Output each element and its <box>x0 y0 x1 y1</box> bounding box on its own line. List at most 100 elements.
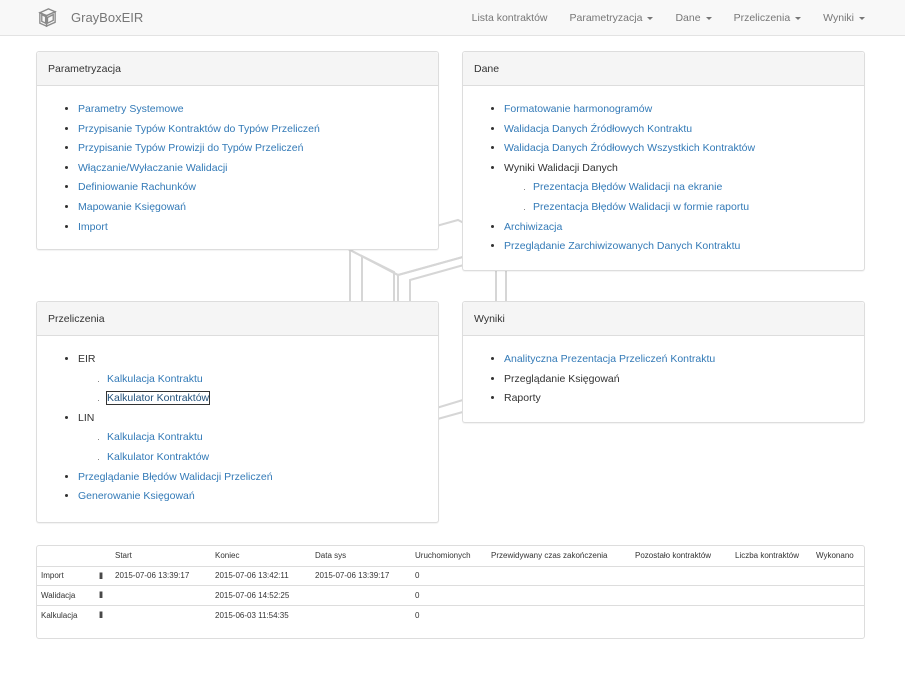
nav-label: Wyniki <box>823 12 854 24</box>
list-item: Generowanie Księgowań <box>78 487 427 507</box>
link-eir-kalkulator-kontraktow[interactable]: Kalkulator Kontraktów <box>105 391 211 406</box>
header-cell: Przewidywany czas zakończenia <box>491 551 608 561</box>
brand[interactable]: GrayBoxEIR <box>37 7 143 28</box>
data-sys-cell <box>311 585 411 605</box>
nav-parametryzacja-dropdown[interactable]: Parametryzacja <box>570 12 654 24</box>
nav-przeliczenia-dropdown[interactable]: Przeliczenia <box>734 12 802 24</box>
list-item: Formatowanie harmonogramów <box>504 100 853 120</box>
pozostalo-cell <box>631 565 731 586</box>
list-item: Kalkulator Kontraktów <box>105 389 427 409</box>
link-bledy-raport[interactable]: Prezentacja Błędów Walidacji w formie ra… <box>533 201 749 213</box>
nav-label: Dane <box>675 12 701 24</box>
przewidywany-cell <box>487 585 631 605</box>
data-sys-cell <box>311 604 411 625</box>
link-walidacja-kontraktu[interactable]: Walidacja Danych Źródłowych Kontraktu <box>504 123 692 135</box>
link-eir-kalkulacja-kontraktu[interactable]: Kalkulacja Kontraktu <box>107 373 203 385</box>
przegladanie-ksiegowan-label: Przeglądanie Księgowań <box>504 372 620 385</box>
nav-label: Lista kontraktów <box>471 12 548 24</box>
przewidywany-cell <box>487 604 631 625</box>
caret-down-icon <box>859 16 865 20</box>
pozostalo-cell <box>631 604 731 625</box>
caret-down-icon <box>647 16 654 20</box>
process-status-table: Start Koniec Data sys Uruchomionych Prze… <box>36 545 865 639</box>
list-item: LIN Kalkulacja Kontraktu Kalkulator Kont… <box>78 409 427 468</box>
process-name: Import <box>37 565 95 586</box>
uruchomionych-cell: 0 <box>411 565 487 586</box>
data-sys-cell: 2015-07-06 13:39:17 <box>311 565 411 586</box>
start-cell: 2015-07-06 13:39:17 <box>111 565 211 586</box>
koniec-cell: 2015-07-06 13:42:11 <box>211 565 311 586</box>
header-cell: Wykonano <box>816 551 854 561</box>
link-definiowanie-rachunkow[interactable]: Definiowanie Rachunków <box>78 181 196 193</box>
link-mapowanie-ksiegowan[interactable]: Mapowanie Księgowań <box>78 201 186 213</box>
link-wlaczanie-walidacji[interactable]: Włączanie/Wyłaczanie Walidacji <box>78 162 227 174</box>
list-item: Analityczna Prezentacja Przeliczeń Kontr… <box>504 350 853 370</box>
list-item: Archiwizacja <box>504 218 853 238</box>
cube-logo-icon <box>38 8 57 28</box>
link-archiwizacja[interactable]: Archiwizacja <box>504 221 562 233</box>
uruchomionych-cell: 0 <box>411 585 487 605</box>
link-bledy-walidacji-przeliczen[interactable]: Przeglądanie Błędów Walidacji Przeliczeń <box>78 471 273 483</box>
link-lin-kalkulator-kontraktow[interactable]: Kalkulator Kontraktów <box>107 451 209 463</box>
table-row: Import II 2015-07-06 13:39:17 2015-07-06… <box>37 565 864 586</box>
table-row: Kalkulacja II 2015-06-03 11:54:35 0 <box>37 604 864 625</box>
link-analityczna-prezentacja[interactable]: Analityczna Prezentacja Przeliczeń Kontr… <box>504 353 715 365</box>
list-item: Mapowanie Księgowań <box>78 198 427 218</box>
list-item: Przeglądanie Zarchiwizowanych Danych Kon… <box>504 237 853 257</box>
panel-wyniki: Wyniki Analityczna Prezentacja Przelicze… <box>462 301 865 423</box>
link-parametry-systemowe[interactable]: Parametry Systemowe <box>78 103 184 115</box>
list-item: Kalkulacja Kontraktu <box>107 370 427 390</box>
nav-label: Przeliczenia <box>733 12 791 24</box>
link-lin-kalkulacja-kontraktu[interactable]: Kalkulacja Kontraktu <box>107 431 203 443</box>
nav-dane-dropdown[interactable]: Dane <box>675 12 712 24</box>
link-przegladanie-zarchiwizowanych[interactable]: Przeglądanie Zarchiwizowanych Danych Kon… <box>504 240 740 252</box>
header-cell: Pozostało kontraktów <box>635 551 712 561</box>
liczba-cell <box>731 585 812 605</box>
wykonano-cell <box>812 604 864 625</box>
eir-label: EIR <box>78 353 96 365</box>
list-item: Walidacja Danych Źródłowych Wszystkich K… <box>504 139 853 159</box>
pause-icon[interactable]: II <box>95 565 111 586</box>
pause-icon[interactable]: II <box>95 604 111 625</box>
link-walidacja-wszystkich[interactable]: Walidacja Danych Źródłowych Wszystkich K… <box>504 142 755 154</box>
wyniki-walidacji-sublist: Prezentacja Błędów Walidacji na ekranie … <box>504 178 853 217</box>
przeliczenia-list: EIR Kalkulacja Kontraktu Kalkulator Kont… <box>48 350 427 507</box>
raporty-label: Raporty <box>504 392 541 405</box>
panel-title: Wyniki <box>463 302 864 336</box>
eir-sublist: Kalkulacja Kontraktu Kalkulator Kontrakt… <box>78 370 427 409</box>
list-item: EIR Kalkulacja Kontraktu Kalkulator Kont… <box>78 350 427 409</box>
table-row: Walidacja II 2015-07-06 14:52:25 0 <box>37 585 864 605</box>
header-cell: Koniec <box>215 551 240 561</box>
nav-wyniki-dropdown[interactable]: Wyniki <box>823 12 865 24</box>
lin-label: LIN <box>78 411 95 424</box>
header-cell: Liczba kontraktów <box>735 551 800 561</box>
list-item: Prezentacja Błędów Walidacji w formie ra… <box>533 198 853 218</box>
list-item: Kalkulator Kontraktów <box>107 448 427 468</box>
top-navbar: GrayBoxEIR Lista kontraktów Parametryzac… <box>0 0 905 36</box>
main-nav: Lista kontraktów Parametryzacja Dane Prz… <box>450 0 865 36</box>
list-item: Definiowanie Rachunków <box>78 178 427 198</box>
pozostalo-cell <box>631 585 731 605</box>
link-przypisanie-typow-kontraktow[interactable]: Przypisanie Typów Kontraktów do Typów Pr… <box>78 123 320 135</box>
link-bledy-na-ekranie[interactable]: Prezentacja Błędów Walidacji na ekranie <box>533 181 722 193</box>
table-header-row: Start Koniec Data sys Uruchomionych Prze… <box>37 546 864 566</box>
nav-label: Parametryzacja <box>569 12 643 24</box>
list-item: Prezentacja Błędów Walidacji na ekranie <box>533 178 853 198</box>
process-name: Walidacja <box>37 585 95 605</box>
list-item: Przypisanie Typów Prowizji do Typów Prze… <box>78 139 427 159</box>
caret-down-icon <box>705 16 712 20</box>
parametryzacja-list: Parametry Systemowe Przypisanie Typów Ko… <box>48 100 427 237</box>
pause-icon[interactable]: II <box>95 585 111 605</box>
list-item: Parametry Systemowe <box>78 100 427 120</box>
link-import[interactable]: Import <box>78 221 108 233</box>
link-przypisanie-typow-prowizji[interactable]: Przypisanie Typów Prowizji do Typów Prze… <box>78 142 303 154</box>
dane-list: Formatowanie harmonogramów Walidacja Dan… <box>474 100 853 257</box>
lin-sublist: Kalkulacja Kontraktu Kalkulator Kontrakt… <box>78 428 427 467</box>
nav-lista-kontraktow[interactable]: Lista kontraktów <box>472 12 548 24</box>
link-generowanie-ksiegowan[interactable]: Generowanie Księgowań <box>78 490 195 502</box>
link-formatowanie-harmonogramow[interactable]: Formatowanie harmonogramów <box>504 103 652 115</box>
brand-title: GrayBoxEIR <box>71 10 144 25</box>
header-cell <box>95 546 111 566</box>
panel-title: Przeliczenia <box>37 302 438 336</box>
koniec-cell: 2015-06-03 11:54:35 <box>211 604 311 625</box>
